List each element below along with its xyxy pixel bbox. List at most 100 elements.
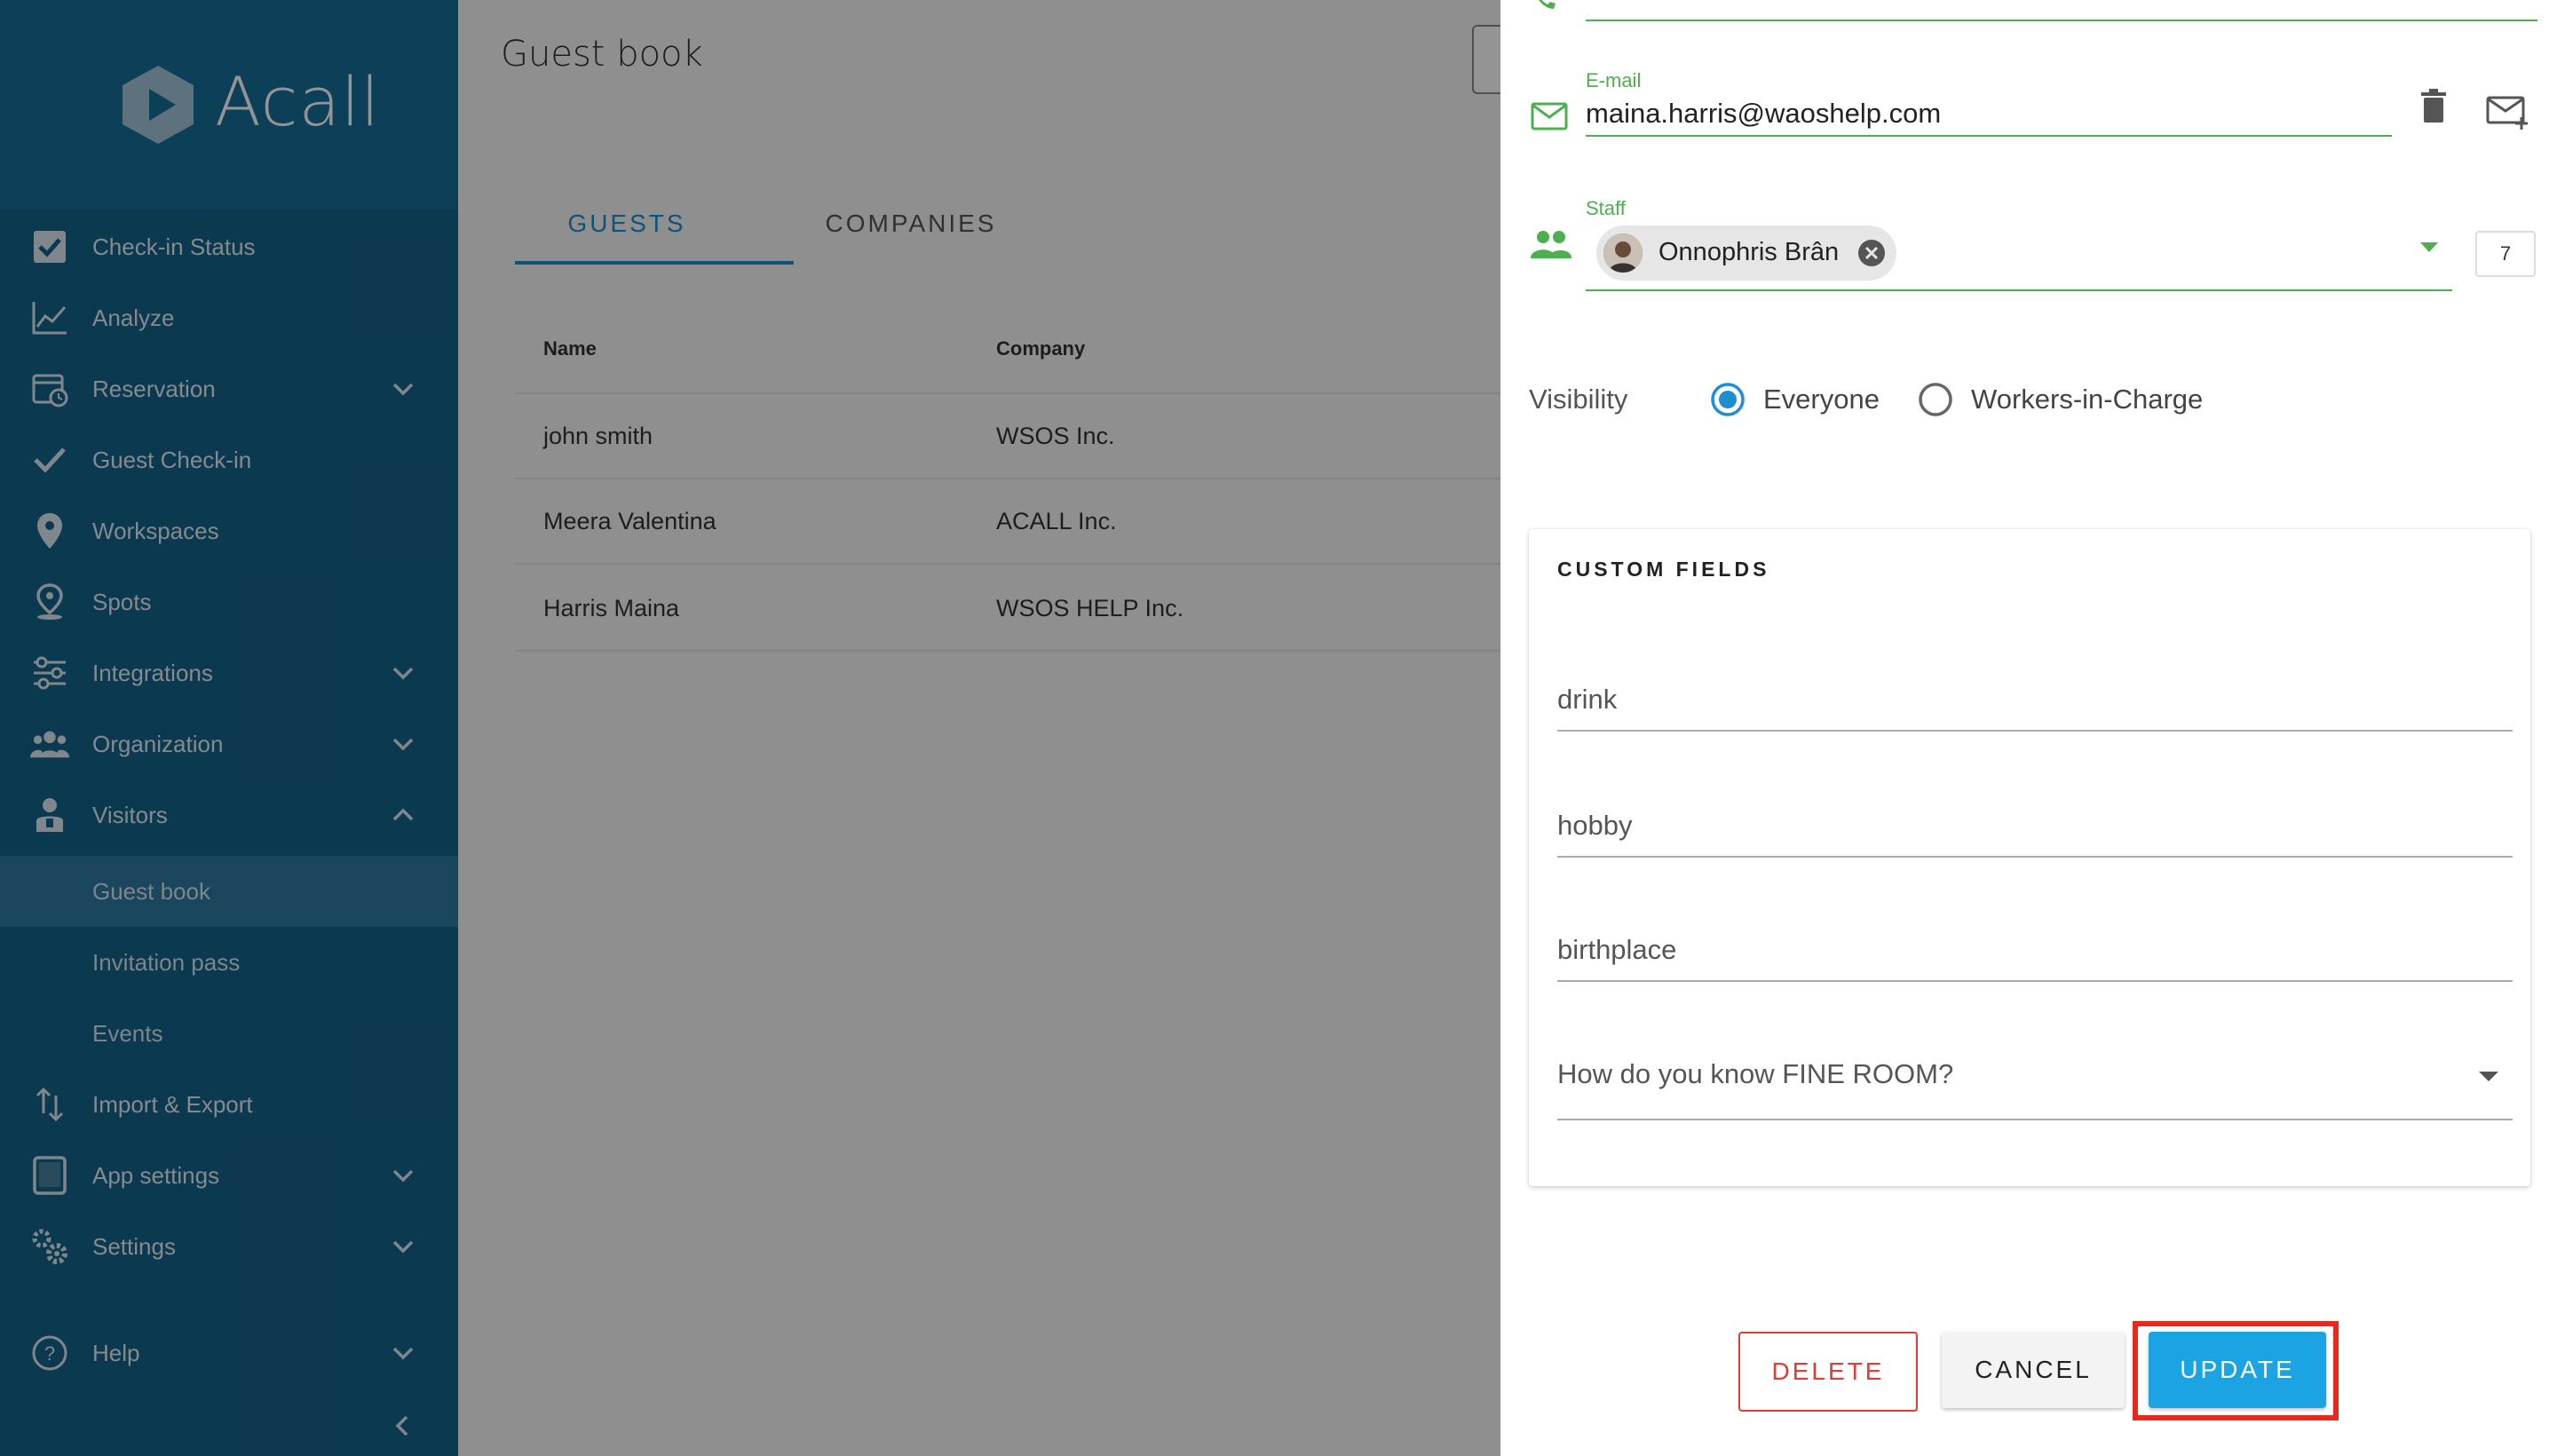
sidebar-item-label: Organization [92,730,224,757]
location-pin-icon [30,513,69,549]
active-tab-indicator [515,261,794,265]
spot-pin-icon [30,583,69,620]
sidebar-item-help[interactable]: ? Help [0,1318,458,1389]
edit-guest-panel: E-mail maina.harris@waoshelp.com Staff O… [1500,0,2557,1456]
staff-chip[interactable]: Onnophris Brân [1596,226,1896,281]
radio-workers-in-charge-label: Workers-in-Charge [1971,384,2204,415]
help-circle-icon: ? [30,1335,69,1371]
divider [515,392,1500,394]
custom-fields-title: CUSTOM FIELDS [1557,558,1770,581]
sidebar-item-workspaces[interactable]: Workspaces [0,495,458,566]
divider [515,478,1500,479]
custom-field-drink[interactable]: drink [1557,684,1617,716]
page-title: Guest book [501,34,703,75]
logo-area: Acall [0,0,458,210]
logo-text: Acall [215,62,381,141]
email-icon [1531,102,1568,131]
sidebar-item-label: Visitors [92,801,168,828]
staff-icon [1531,231,1571,258]
column-header-company[interactable]: Company [996,337,1085,360]
sidebar-item-label: Workspaces [92,517,219,544]
how-know-select[interactable]: How do you know FINE ROOM? [1557,1058,1953,1090]
main-content: Guest book GUESTS COMPANIES Name Company… [458,0,1500,1456]
sidebar-item-visitors[interactable]: Visitors [0,779,458,851]
sidebar-item-organization[interactable]: Organization [0,708,458,779]
phone-field-underline [1586,20,2537,21]
sidebar-item-import-export[interactable]: Import & Export [0,1069,458,1140]
import-export-icon [30,1087,69,1122]
radio-everyone-label: Everyone [1763,384,1880,415]
send-mail-icon[interactable] [2486,94,2530,131]
sidebar-item-label: Reservation [92,375,216,402]
email-field-underline [1586,135,2392,137]
sidebar-item-label: Integrations [92,659,213,686]
staff-dropdown-caret-icon[interactable] [2418,240,2440,254]
email-field[interactable]: maina.harris@waoshelp.com [1586,98,1941,130]
trash-icon[interactable] [2418,89,2449,124]
update-button-highlight [2133,1321,2339,1420]
collapse-sidebar-icon[interactable] [389,1412,417,1440]
guest-name: Meera Valentina [543,508,716,534]
sidebar-item-settings[interactable]: Settings [0,1211,458,1282]
staff-chip-label: Onnophris Brân [1658,238,1840,266]
sidebar-item-label: Analyze [92,304,175,331]
people-group-icon [30,726,69,762]
sidebar-item-label: Check-in Status [92,233,256,260]
delete-button[interactable]: DELETE [1738,1332,1918,1412]
staff-field-underline [1586,289,2452,291]
sidebar: Acall Check-in Status Analyze Reservatio… [0,0,458,1456]
sidebar-item-reservation[interactable]: Reservation [0,353,458,424]
visitor-icon [30,797,69,833]
sidebar-item-invitation-pass[interactable]: Invitation pass [0,927,458,998]
select-caret-icon[interactable] [2477,1069,2500,1083]
sidebar-item-label: App settings [92,1161,220,1189]
sidebar-item-app-settings[interactable]: App settings [0,1140,458,1211]
staff-count-badge: 7 [2475,231,2536,277]
chevron-down-icon [392,1347,414,1360]
divider [515,563,1500,565]
custom-field-underline [1557,980,2513,982]
column-header-name[interactable]: Name [543,337,597,360]
sidebar-item-label: Invitation pass [92,948,241,976]
sidebar-item-label: Settings [92,1232,176,1260]
tablet-icon [30,1156,69,1195]
guest-company: WSOS Inc. [996,423,1115,449]
visibility-label: Visibility [1529,384,1628,415]
custom-field-underline [1557,856,2513,858]
chip-remove-icon[interactable] [1857,239,1886,267]
tab-guests[interactable]: GUESTS [515,210,739,238]
phone-icon [1539,0,1556,9]
sidebar-item-label: Guest Check-in [92,446,252,473]
chevron-down-icon [392,667,414,680]
add-guest-button[interactable] [1472,25,1500,94]
chevron-up-icon [392,808,414,821]
divider [515,650,1500,652]
custom-fields-card: CUSTOM FIELDS drink hobby birthplace How… [1529,529,2530,1186]
radio-workers-in-charge[interactable] [1918,382,1953,417]
avatar [1603,233,1643,273]
cancel-button[interactable]: CANCEL [1942,1332,2125,1408]
chevron-down-icon [392,738,414,751]
guest-name: john smith [543,423,653,449]
sidebar-item-label: Spots [92,588,152,615]
sidebar-item-label: Import & Export [92,1090,253,1118]
guest-name: Harris Maina [543,595,680,621]
custom-field-birthplace[interactable]: birthplace [1557,934,1676,966]
calendar-clock-icon [30,371,69,408]
custom-field-underline [1557,1119,2513,1120]
svg-text:?: ? [44,1342,55,1365]
custom-field-hobby[interactable]: hobby [1557,810,1632,842]
radio-everyone[interactable] [1710,382,1746,417]
tab-companies[interactable]: COMPANIES [778,210,1044,238]
sidebar-item-spots[interactable]: Spots [0,566,458,637]
sidebar-item-check-in-status[interactable]: Check-in Status [0,211,458,282]
sidebar-item-integrations[interactable]: Integrations [0,637,458,708]
sidebar-item-guest-check-in[interactable]: Guest Check-in [0,424,458,495]
chevron-down-icon [392,1169,414,1183]
email-label: E-mail [1586,69,1642,91]
chevron-down-icon [392,1240,414,1254]
sidebar-item-analyze[interactable]: Analyze [0,282,458,353]
acall-logo-icon [123,66,194,144]
sidebar-item-guest-book[interactable]: Guest book [0,856,458,927]
sidebar-item-events[interactable]: Events [0,998,458,1069]
